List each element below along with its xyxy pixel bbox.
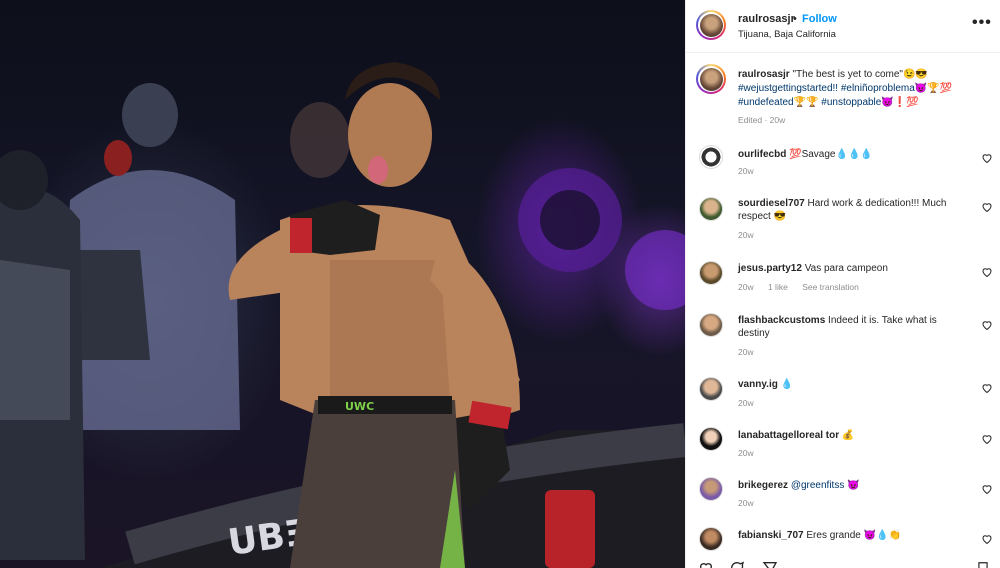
heart-icon[interactable] (981, 533, 993, 545)
heart-icon[interactable] (981, 152, 993, 164)
comment-body: Eres grande 😈💧👏 (803, 530, 901, 541)
comment-text: brikegerez @greenfitss 😈 (738, 479, 968, 492)
comment-meta: 20w (738, 448, 766, 458)
comment-body: Vas para campeon (801, 263, 888, 274)
comment-mention[interactable]: @greenfitss (791, 480, 845, 491)
comment-body: 💧 (777, 379, 794, 390)
comment-time: 20w (738, 448, 754, 458)
caption-quote: "The best is yet to come"😉😎 (789, 69, 928, 80)
more-horizontal-icon[interactable]: ••• (972, 14, 992, 32)
comment-text: fabianski_707 Eres grande 😈💧👏 (738, 529, 968, 542)
heart-icon[interactable] (981, 201, 993, 213)
shorts-logo-text: UWC (345, 400, 374, 413)
comment-avatar[interactable] (699, 477, 723, 501)
share-icon[interactable] (762, 560, 778, 568)
comment-text: lanabattagelloreal tor 💰 (738, 429, 968, 442)
comment-username[interactable]: flashbackcustoms (738, 315, 825, 326)
comment-text: vanny.ig 💧 (738, 378, 968, 391)
comment-time: 20w (738, 347, 754, 357)
comment-time: 20w (738, 166, 754, 176)
comment-time: 20w (738, 230, 754, 240)
heart-icon[interactable] (981, 433, 993, 445)
comment-time: 20w (738, 398, 754, 408)
comment-meta: 20w (738, 398, 766, 408)
author-username[interactable]: raulrosasjr (738, 13, 795, 25)
post-location[interactable]: Tijuana, Baja California (738, 29, 836, 40)
comment-body-end: 😈 (844, 480, 860, 491)
comment-avatar[interactable] (699, 261, 723, 285)
comment-avatar[interactable] (699, 427, 723, 451)
comment-username[interactable]: lanabattagelloreal tor (738, 430, 839, 441)
comment-meta: 20w (738, 347, 766, 357)
comment-text: flashbackcustoms Indeed it is. Take what… (738, 314, 968, 340)
heart-icon[interactable] (981, 483, 993, 495)
comment-username[interactable]: ourlifecbd (738, 149, 786, 160)
see-translation-link[interactable]: See translation (802, 282, 859, 292)
comment-username[interactable]: sourdiesel707 (738, 198, 805, 209)
comment-body: 💯Savage💧💧💧 (786, 149, 873, 160)
heart-icon[interactable] (981, 266, 993, 278)
heart-icon[interactable] (698, 560, 714, 568)
post-header: raulrosasjr • Follow Tijuana, Baja Calif… (686, 0, 1000, 53)
comment-text: sourdiesel707 Hard work & dedication!!! … (738, 197, 968, 223)
caption-meta: Edited · 20w (738, 115, 786, 125)
comment-body: 💰 (839, 430, 855, 441)
caption-author-avatar[interactable] (696, 64, 726, 94)
comment-username[interactable]: fabianski_707 (738, 530, 804, 541)
comment-avatar[interactable] (699, 145, 723, 169)
comment-time: 20w (738, 498, 754, 508)
bookmark-icon[interactable] (976, 560, 990, 568)
comment-meta: 20w 1 like See translation (738, 282, 871, 292)
comment-avatar[interactable] (699, 377, 723, 401)
follow-button[interactable]: Follow (802, 13, 837, 25)
post-side-panel: raulrosasjr • Follow Tijuana, Baja Calif… (685, 0, 1000, 568)
caption-hashtags-2[interactable]: #undefeated🏆🏆 #unstoppable😈❗💯 (738, 97, 919, 108)
caption-username[interactable]: raulrosasjr (738, 69, 790, 80)
comment-likes[interactable]: 1 like (768, 282, 788, 292)
comment-meta: 20w (738, 166, 766, 176)
comment-avatar[interactable] (699, 197, 723, 221)
header-separator: • (793, 13, 797, 25)
post-photo[interactable]: UBƎL1F UWC (0, 0, 685, 568)
comment-username[interactable]: jesus.party12 (738, 263, 802, 274)
comment-meta: 20w (738, 498, 766, 508)
post-actions (686, 556, 1000, 568)
comment-time: 20w (738, 282, 754, 292)
author-avatar[interactable] (696, 10, 726, 40)
comment-text: jesus.party12 Vas para campeon (738, 262, 968, 275)
comment-meta: 20w (738, 230, 766, 240)
comment-avatar[interactable] (699, 527, 723, 551)
heart-icon[interactable] (981, 382, 993, 394)
comment-username[interactable]: brikegerez (738, 480, 788, 491)
caption-hashtags-1[interactable]: #wejustgettingstarted!! #elniñoproblema😈… (738, 83, 952, 94)
fighter-photo-illustration: UBƎL1F UWC (0, 62, 685, 568)
heart-icon[interactable] (981, 319, 993, 331)
comment-text: ourlifecbd 💯Savage💧💧💧 (738, 148, 968, 161)
caption-text: raulrosasjr "The best is yet to come"😉😎 … (738, 68, 988, 110)
post-caption: raulrosasjr "The best is yet to come"😉😎 … (686, 53, 1000, 133)
comment-icon[interactable] (729, 560, 745, 568)
comment-avatar[interactable] (699, 313, 723, 337)
comment-username[interactable]: vanny.ig (738, 379, 778, 390)
